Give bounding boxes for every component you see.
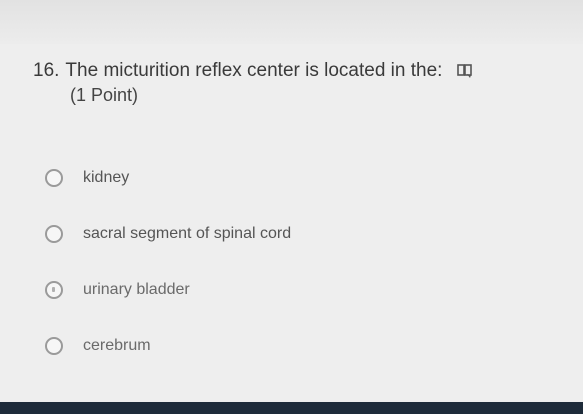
radio-button[interactable] — [45, 337, 63, 355]
radio-button[interactable] — [45, 281, 63, 299]
option-sacral-segment[interactable]: sacral segment of spinal cord — [45, 206, 291, 262]
option-label: urinary bladder — [83, 281, 190, 298]
question-number: 16. — [33, 60, 60, 81]
question-title: 16. The micturition reflex center is loc… — [33, 60, 573, 82]
radio-button[interactable] — [45, 225, 63, 243]
option-label: cerebrum — [83, 337, 151, 354]
option-cerebrum[interactable]: cerebrum — [45, 318, 291, 374]
immersive-reader-icon[interactable] — [456, 62, 474, 80]
question-block: 16. The micturition reflex center is loc… — [33, 60, 573, 106]
page-header-band — [0, 0, 583, 44]
option-kidney[interactable]: kidney — [45, 150, 291, 206]
option-urinary-bladder[interactable]: urinary bladder — [45, 262, 291, 318]
option-label: sacral segment of spinal cord — [83, 225, 292, 242]
answer-options: kidney sacral segment of spinal cord uri… — [45, 150, 291, 374]
question-text: The micturition reflex center is located… — [65, 60, 443, 81]
question-points: (1 Point) — [70, 85, 139, 105]
radio-button[interactable] — [45, 169, 63, 187]
taskbar-strip — [0, 402, 583, 414]
option-label: kidney — [83, 169, 130, 186]
